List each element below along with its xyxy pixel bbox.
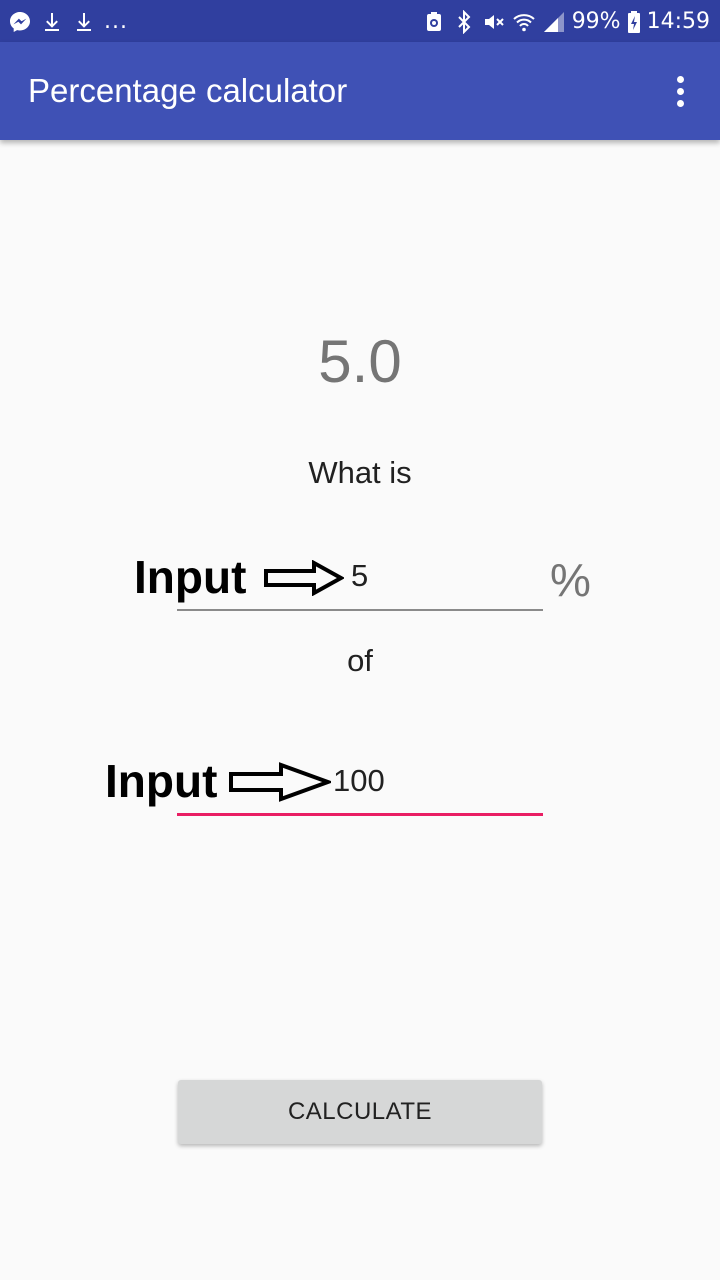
calculate-button[interactable]: CALCULATE	[178, 1080, 542, 1144]
percent-sign: %	[550, 554, 591, 606]
result-value: 5.0	[318, 328, 402, 395]
battery-percentage: 99%	[571, 9, 621, 34]
more-vert-icon[interactable]	[658, 69, 702, 113]
status-bar-left: ...	[8, 7, 128, 37]
more-notifications-indicator: ...	[104, 9, 128, 34]
screen: ... 99% 14:59 Percentage calculator 5.0 …	[0, 0, 720, 1280]
arrow-right-outline-icon	[264, 560, 344, 596]
download-icon	[72, 10, 96, 34]
cleaner-icon	[422, 10, 446, 34]
wifi-icon	[512, 10, 536, 34]
battery-charging-icon	[627, 10, 641, 34]
what-is-label: What is	[308, 455, 412, 490]
mute-icon	[482, 10, 506, 34]
download-icon	[40, 10, 64, 34]
bluetooth-icon	[452, 10, 476, 34]
signal-icon	[542, 10, 566, 34]
of-label: of	[347, 643, 373, 678]
arrow-right-outline-icon	[229, 762, 331, 802]
status-bar-right: 99% 14:59	[422, 7, 710, 37]
app-title: Percentage calculator	[28, 72, 348, 109]
app-bar: Percentage calculator	[0, 42, 720, 140]
status-bar: ... 99% 14:59	[0, 0, 720, 42]
clock: 14:59	[646, 9, 710, 34]
annotation-input-label: Input	[105, 755, 218, 807]
messenger-icon	[8, 10, 32, 34]
annotation-input-label: Input	[134, 551, 247, 603]
